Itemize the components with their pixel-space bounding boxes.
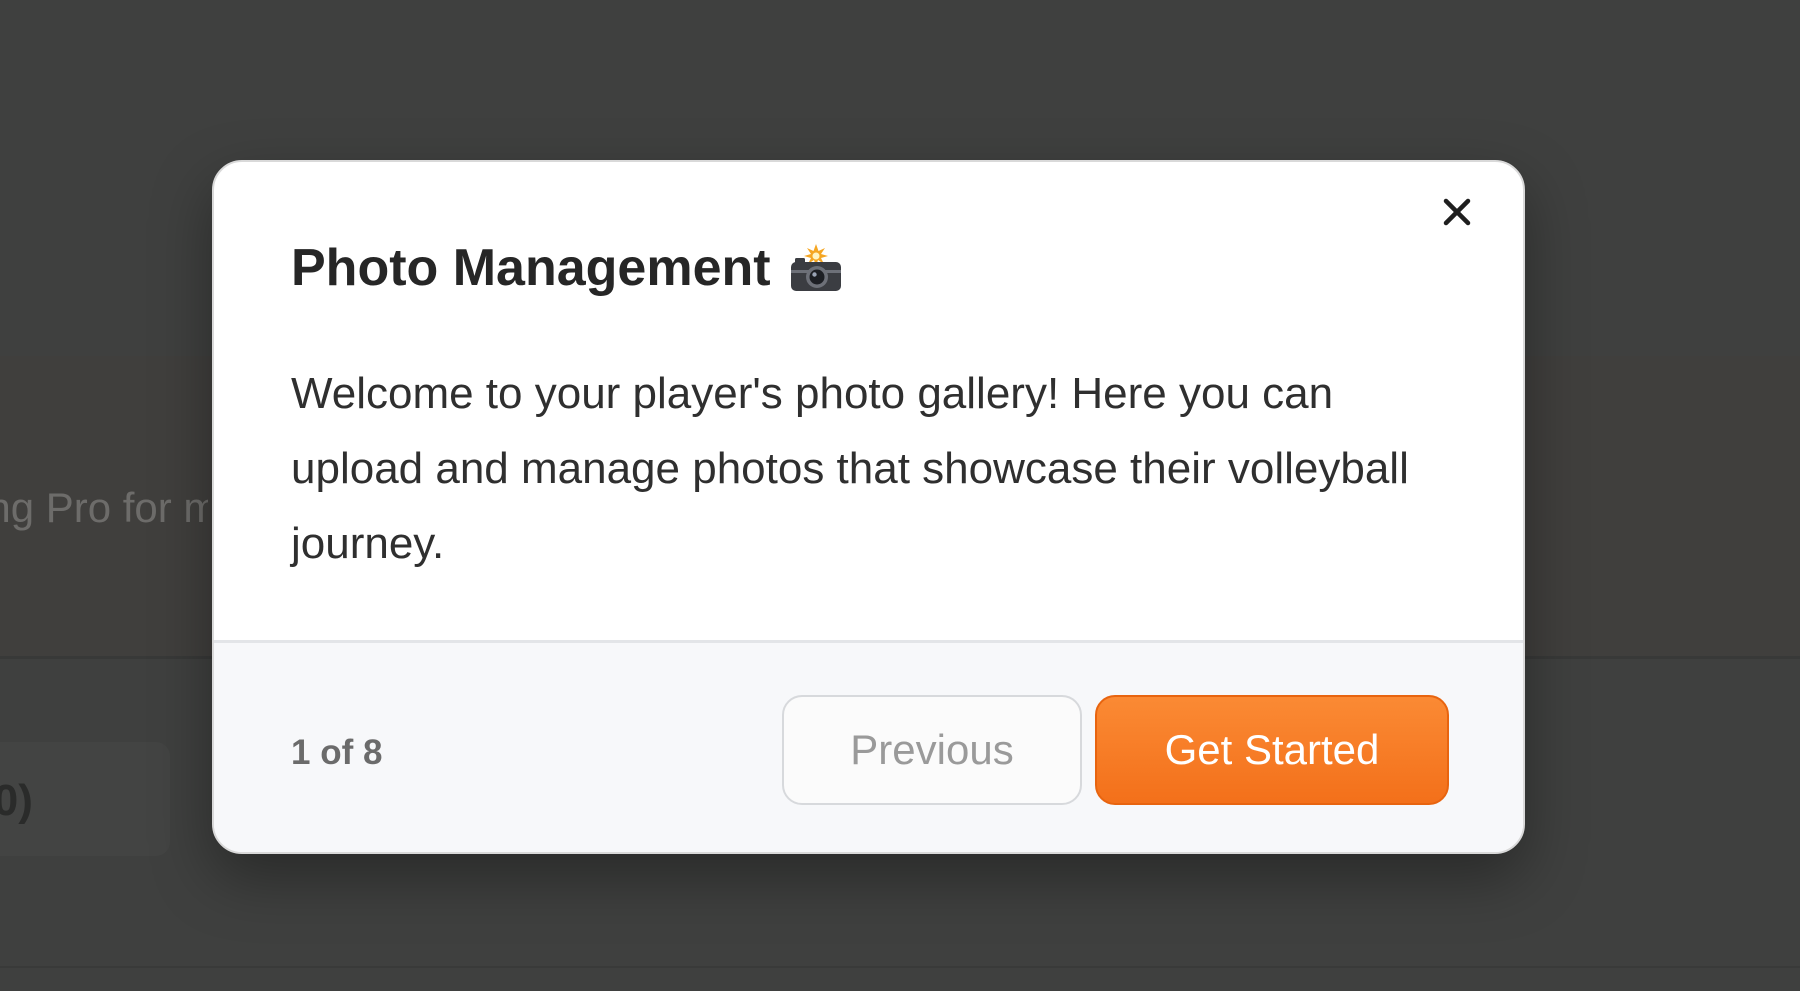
camera-with-flash-icon [790, 244, 841, 291]
background-tab-label: g (0) [0, 776, 140, 826]
modal-title: Photo Management [291, 238, 845, 298]
background-promo-text-content: ing Pro for m [0, 484, 208, 531]
modal-description: Welcome to your player's photo gallery! … [291, 369, 1409, 568]
step-counter: 1 of 8 [291, 733, 383, 772]
background-divider [0, 966, 1800, 968]
background-tab-label-content: g (0) [0, 776, 33, 825]
app-page: ing Pro for m g (0) Photo Management [0, 0, 1800, 991]
modal-title-text: Photo Management [291, 239, 771, 297]
onboarding-modal: Photo Management Welcome to your player'… [212, 160, 1525, 854]
modal-body: Photo Management Welcome to your player'… [214, 162, 1523, 640]
background-promo-text: ing Pro for m [0, 484, 208, 532]
previous-button[interactable]: Previous [782, 695, 1082, 805]
modal-footer: 1 of 8 Previous Get Started [214, 640, 1523, 852]
get-started-button[interactable]: Get Started [1095, 695, 1449, 805]
